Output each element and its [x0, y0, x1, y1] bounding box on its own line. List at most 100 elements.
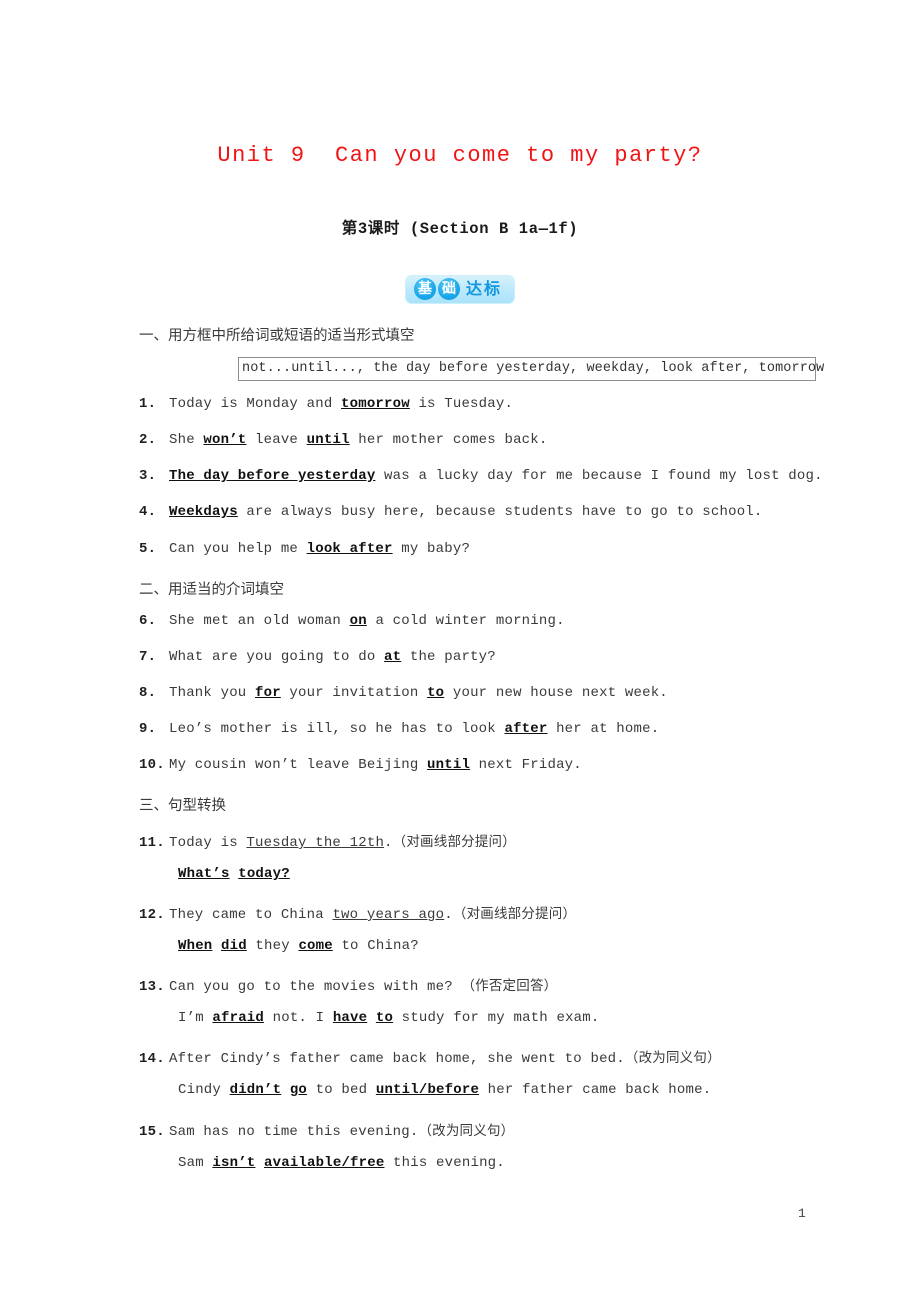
sentence-text: [367, 1010, 376, 1026]
item-number: 9.: [139, 721, 157, 737]
sentence-text: They came to China: [169, 907, 333, 923]
answer-text: won’t: [203, 432, 247, 448]
exercise-answer-line: What’s today?: [178, 866, 290, 882]
exercise-item: 5. Can you help me look after my baby?: [139, 541, 470, 557]
section-heading-2: 二、用适当的介词填空: [139, 582, 284, 598]
sentence-text: Leo’s mother is ill, so he has to look: [169, 721, 505, 737]
sentence-text: Sam has no time this evening.: [169, 1124, 419, 1140]
sentence-text: was a lucky day for me because I found m…: [375, 468, 823, 484]
answer-text: today?: [238, 866, 290, 882]
exercise-item: 10. My cousin won’t leave Beijing until n…: [139, 757, 582, 773]
sentence-text: her mother comes back.: [349, 432, 548, 448]
item-number: 10.: [139, 757, 165, 773]
sentence-text: She met an old woman: [169, 613, 350, 629]
exercise-item: 7. What are you going to do at the party?: [139, 649, 496, 665]
sentence-text: they: [246, 938, 299, 954]
basic-achievement-badge: 基础达标: [404, 275, 515, 304]
item-number: 6.: [139, 613, 157, 629]
sentence-text: study for my math exam.: [393, 1010, 600, 1026]
sentence-text: She: [169, 432, 204, 448]
sentence-text: the party?: [401, 649, 496, 665]
instruction-note: （对画线部分提问）: [392, 834, 516, 850]
answer-text: to: [375, 1010, 394, 1026]
item-number: 2.: [139, 432, 157, 448]
section-heading-1: 一、用方框中所给词或短语的适当形式填空: [139, 328, 415, 344]
sentence-text: I’m: [178, 1010, 213, 1026]
sentence-text: [212, 938, 221, 954]
item-number: 1.: [139, 396, 157, 412]
answer-text: go: [289, 1082, 308, 1098]
sentence-text: Thank you: [169, 685, 256, 701]
item-number: 8.: [139, 685, 157, 701]
worksheet-page: Unit 9 Can you come to my party? 第3课时 (S…: [0, 0, 920, 1302]
sentence-text: [230, 866, 239, 882]
answer-text: after: [504, 721, 548, 737]
sentence-text: next Friday.: [470, 757, 582, 773]
sentence-text: is Tuesday.: [409, 396, 514, 412]
answer-text: available/free: [264, 1155, 385, 1171]
sentence-text: What are you going to do: [169, 649, 385, 665]
item-number: 12.: [139, 907, 165, 923]
sentence-text: Today is Monday and: [169, 396, 342, 412]
item-number: 14.: [139, 1051, 165, 1067]
instruction-note: （作否定回答）: [461, 978, 558, 994]
answer-text: until: [427, 757, 471, 773]
item-number: 4.: [139, 504, 157, 520]
instruction-note: （改为同义句）: [624, 1050, 721, 1066]
answer-text: didn’t: [229, 1082, 282, 1098]
answer-text: isn’t: [212, 1155, 256, 1171]
sentence-text: this evening.: [384, 1155, 505, 1171]
exercise-item: 4. Weekdays are always busy here, because…: [139, 504, 763, 520]
sentence-text: your invitation: [280, 685, 428, 701]
exercise-answer-line: I’m afraid not. I have to study for my m…: [178, 1010, 599, 1026]
underlined-target: two years ago: [332, 907, 445, 923]
answer-text: afraid: [212, 1010, 265, 1026]
sentence-text: my baby?: [392, 541, 471, 557]
item-number: 15.: [139, 1124, 165, 1140]
underlined-target: Tuesday the 12th: [246, 835, 385, 851]
sentence-text: [255, 1155, 264, 1171]
word-bank-box: not...until..., the day before yesterday…: [238, 357, 824, 381]
item-number: 5.: [139, 541, 157, 557]
sentence-text: leave: [246, 432, 307, 448]
exercise-item: 8. Thank you for your invitation to your …: [139, 685, 668, 701]
sentence-text: Today is: [169, 835, 247, 851]
instruction-note: （改为同义句）: [418, 1123, 515, 1139]
sentence-text: After Cindy’s father came back home, she…: [169, 1051, 625, 1067]
item-number: 3.: [139, 468, 157, 484]
answer-text: look after: [306, 541, 393, 557]
answer-text: The day before yesterday: [169, 468, 376, 484]
answer-text: for: [255, 685, 281, 701]
exercise-item: 14. After Cindy’s father came back home, …: [139, 1046, 721, 1067]
exercise-item: 15. Sam has no time this evening.（改为同义句）: [139, 1119, 514, 1140]
item-number: 13.: [139, 979, 165, 995]
answer-text: come: [298, 938, 333, 954]
badge-char-1: 基: [413, 278, 436, 300]
page-title: Unit 9 Can you come to my party?: [217, 143, 703, 168]
sentence-text: her father came back home.: [479, 1082, 712, 1098]
answer-text: did: [221, 938, 247, 954]
item-number: 11.: [139, 835, 165, 851]
exercise-answer-line: Cindy didn’t go to bed until/before her …: [178, 1082, 711, 1098]
sentence-text: not. I: [264, 1010, 333, 1026]
badge-label: 达标: [465, 279, 502, 298]
exercise-item: 1. Today is Monday and tomorrow is Tuesda…: [139, 396, 513, 412]
answer-text: to: [427, 685, 445, 701]
sentence-text: Can you help me: [169, 541, 307, 557]
exercise-item: 11. Today is Tuesday the 12th.（对画线部分提问）: [139, 830, 516, 851]
section-badge-wrap: 基础达标: [0, 275, 920, 304]
sentence-text: Sam: [178, 1155, 213, 1171]
badge-char-2: 础: [437, 278, 460, 300]
instruction-note: （对画线部分提问）: [452, 906, 577, 922]
exercise-item: 13. Can you go to the movies with me? （作否…: [139, 974, 557, 995]
sentence-text: your new house next week.: [444, 685, 668, 701]
exercise-answer-line: Sam isn’t available/free this evening.: [178, 1155, 505, 1171]
exercise-answer-line: When did they come to China?: [178, 938, 419, 954]
exercise-item: 6. She met an old woman on a cold winter …: [139, 613, 565, 629]
answer-text: until/before: [375, 1082, 480, 1098]
sentence-text: .: [384, 835, 393, 851]
item-number: 7.: [139, 649, 157, 665]
answer-text: at: [384, 649, 402, 665]
answer-text: Weekdays: [169, 504, 238, 520]
exercise-item: 3. The day before yesterday was a lucky d…: [139, 468, 823, 484]
